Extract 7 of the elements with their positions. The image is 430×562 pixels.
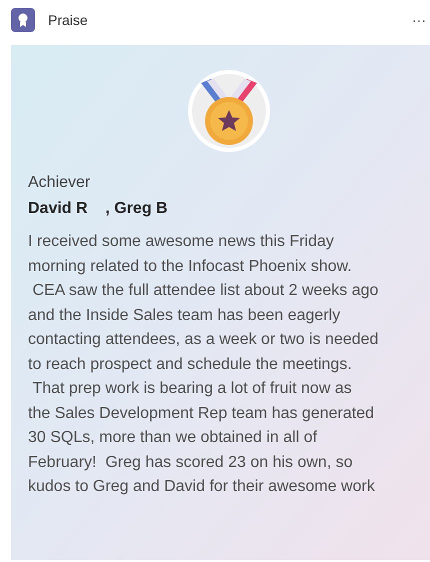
app-title: Praise [48, 10, 88, 30]
recipient-names: David R , Greg B [28, 199, 169, 219]
praise-app-icon [11, 8, 35, 32]
badge-name: Achiever [28, 173, 92, 193]
more-options-button[interactable]: ··· [412, 13, 426, 27]
praise-message: I received some awesome news this Friday morning related to the Infocast Phoenix show. CEA saw the full attendee list about 2 weeks ago and the Inside Sales team has been eagerly contacting attendees, as a week or two is needed to reach prospect and schedule the meetings. That prep work is bearing a lot of fruit now as the Sales Development Rep team has generated 30 SQLs, more than we obtained in all of February! Greg has scored 23 on his own, so kudos to Greg and David for their awesome work [28, 232, 380, 497]
medal-icon [187, 69, 271, 153]
